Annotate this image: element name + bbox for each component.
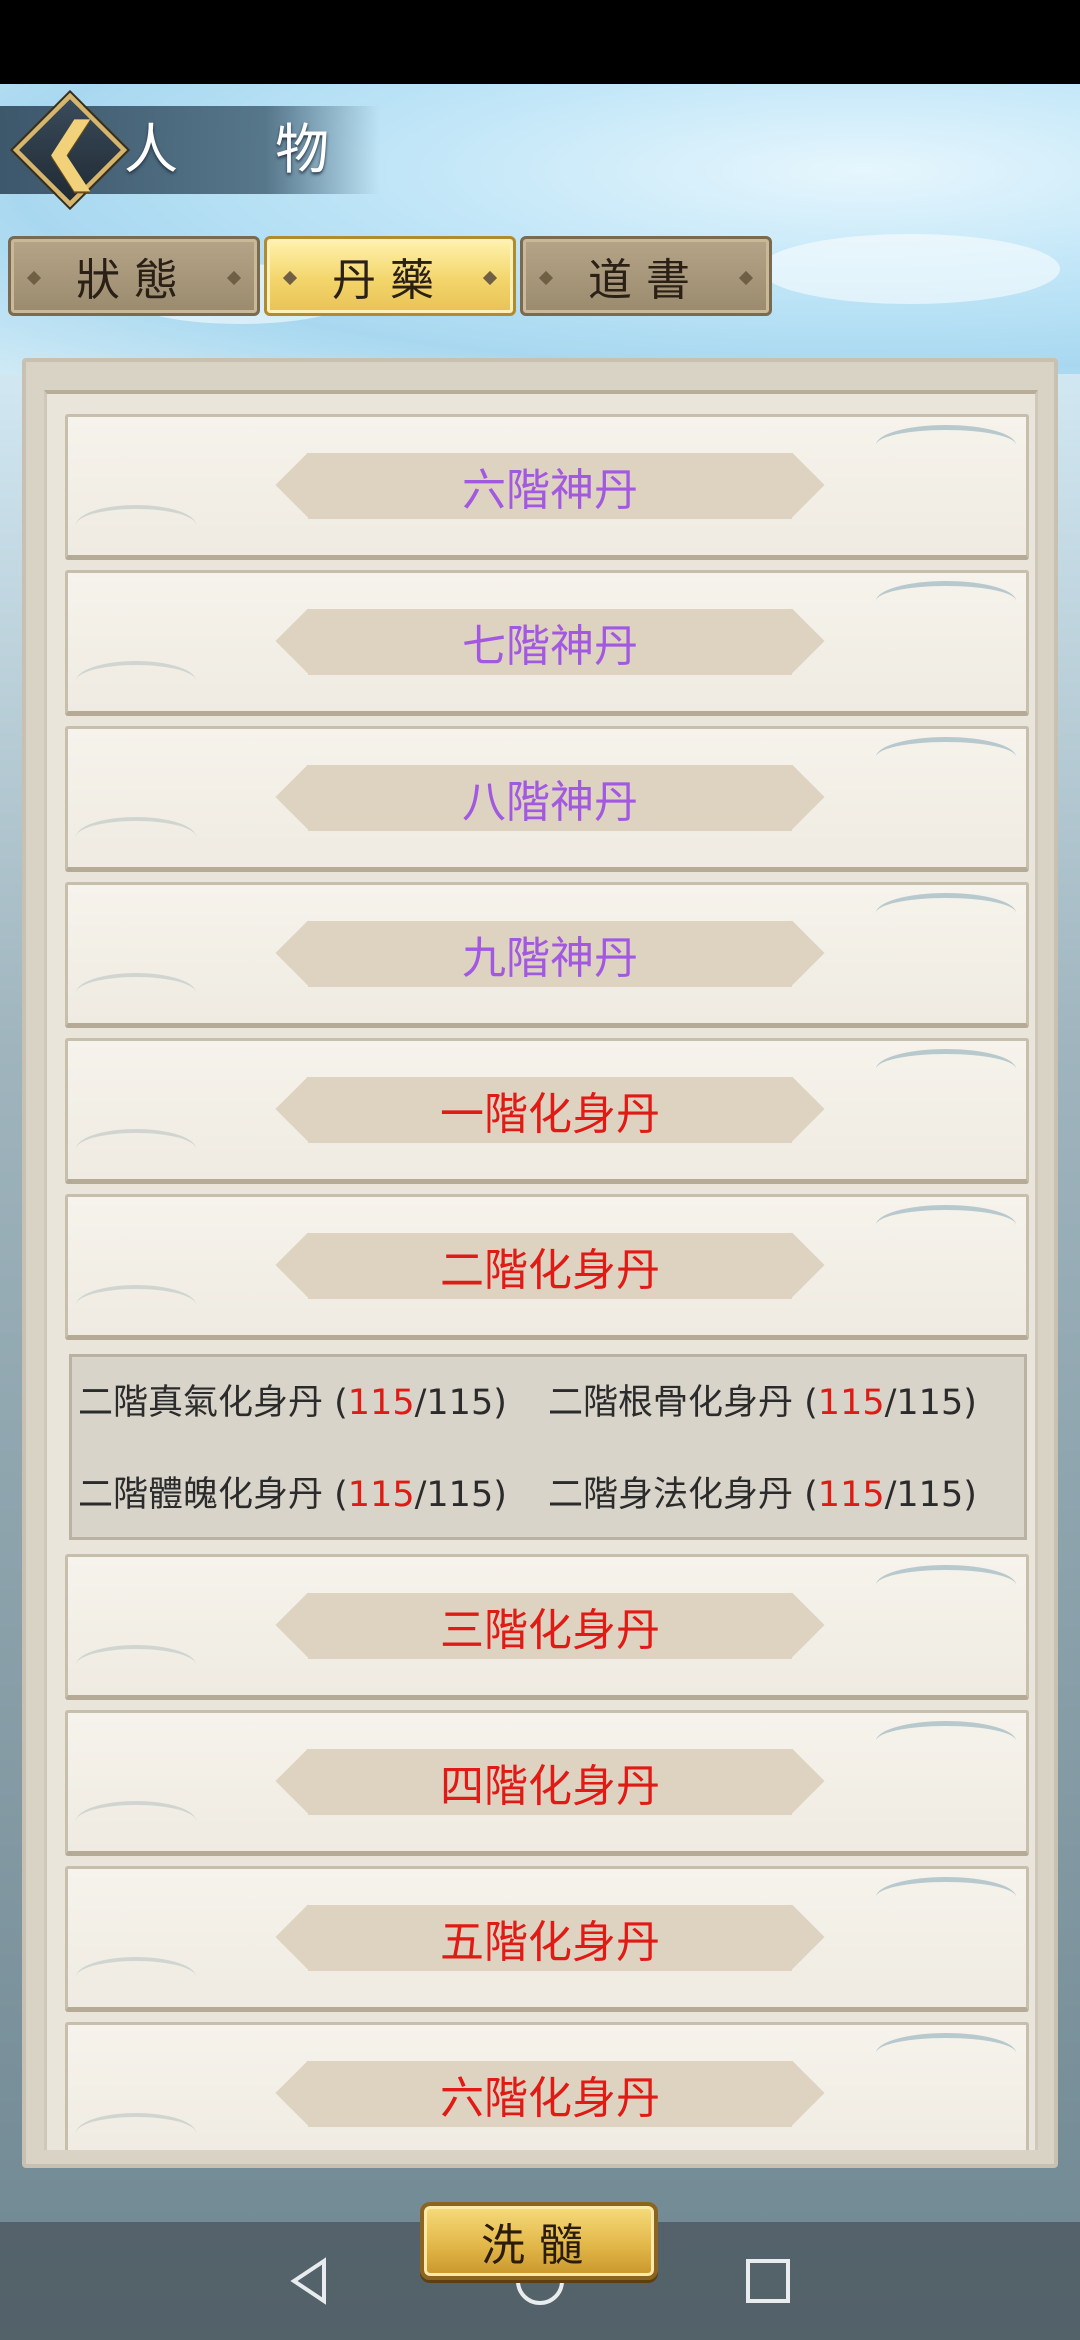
- detail-entry: 二階根骨化身丹 (115/115): [548, 1383, 977, 1423]
- list-item[interactable]: 三階化身丹: [65, 1554, 1029, 1700]
- item-label: 四階化身丹: [440, 1761, 660, 1812]
- tab-status[interactable]: 狀態: [8, 236, 260, 316]
- item-label: 五階化身丹: [440, 1917, 660, 1968]
- item-plate: 二階化身丹: [308, 1233, 792, 1299]
- item-plate: 一階化身丹: [308, 1077, 792, 1143]
- item-label: 八階神丹: [462, 777, 638, 828]
- list-item[interactable]: 四階化身丹: [65, 1710, 1029, 1856]
- item-label: 六階神丹: [462, 465, 638, 516]
- item-plate: 四階化身丹: [308, 1749, 792, 1815]
- list-item[interactable]: 八階神丹: [65, 726, 1029, 872]
- elixir-list[interactable]: 六階神丹 七階神丹 八階神丹 九階神丹 一階化身丹 二階化身丹 二階真氣化身丹 …: [44, 390, 1038, 2150]
- item-plate: 五階化身丹: [308, 1905, 792, 1971]
- list-item[interactable]: 七階神丹: [65, 570, 1029, 716]
- chevron-left-icon[interactable]: ❮: [26, 104, 116, 194]
- item-label: 九階神丹: [462, 933, 638, 984]
- item-plate: 九階神丹: [308, 921, 792, 987]
- detail-entry: 二階體魄化身丹 (115/115): [78, 1475, 507, 1515]
- content-panel: 六階神丹 七階神丹 八階神丹 九階神丹 一階化身丹 二階化身丹 二階真氣化身丹 …: [22, 358, 1058, 2168]
- item-label: 六階化身丹: [440, 2073, 660, 2124]
- list-item[interactable]: 九階神丹: [65, 882, 1029, 1028]
- expanded-detail-panel: 二階真氣化身丹 (115/115) 二階根骨化身丹 (115/115) 二階體魄…: [69, 1354, 1027, 1540]
- refine-button[interactable]: 洗髓: [420, 2202, 658, 2280]
- page-title: 人 物: [124, 118, 370, 181]
- detail-entry: 二階身法化身丹 (115/115): [548, 1475, 977, 1515]
- item-label: 七階神丹: [462, 621, 638, 672]
- list-item[interactable]: 五階化身丹: [65, 1866, 1029, 2012]
- item-plate: 三階化身丹: [308, 1593, 792, 1659]
- tab-bar: 狀態 丹藥 道書: [8, 236, 772, 316]
- item-plate: 六階化身丹: [308, 2061, 792, 2127]
- tab-scriptures[interactable]: 道書: [520, 236, 772, 316]
- list-item[interactable]: 一階化身丹: [65, 1038, 1029, 1184]
- item-plate: 七階神丹: [308, 609, 792, 675]
- item-label: 一階化身丹: [440, 1089, 660, 1140]
- triangle-back-icon[interactable]: [250, 2222, 370, 2340]
- square-recent-icon[interactable]: [708, 2222, 828, 2340]
- list-item-expanded[interactable]: 二階化身丹: [65, 1194, 1029, 1340]
- item-plate: 八階神丹: [308, 765, 792, 831]
- detail-entry: 二階真氣化身丹 (115/115): [78, 1383, 507, 1423]
- tab-elixirs[interactable]: 丹藥: [264, 236, 516, 316]
- status-bar: [0, 0, 1080, 84]
- item-label: 二階化身丹: [440, 1245, 660, 1296]
- item-label: 三階化身丹: [440, 1605, 660, 1656]
- list-item[interactable]: 六階化身丹: [65, 2022, 1029, 2150]
- item-plate: 六階神丹: [308, 453, 792, 519]
- list-item[interactable]: 六階神丹: [65, 414, 1029, 560]
